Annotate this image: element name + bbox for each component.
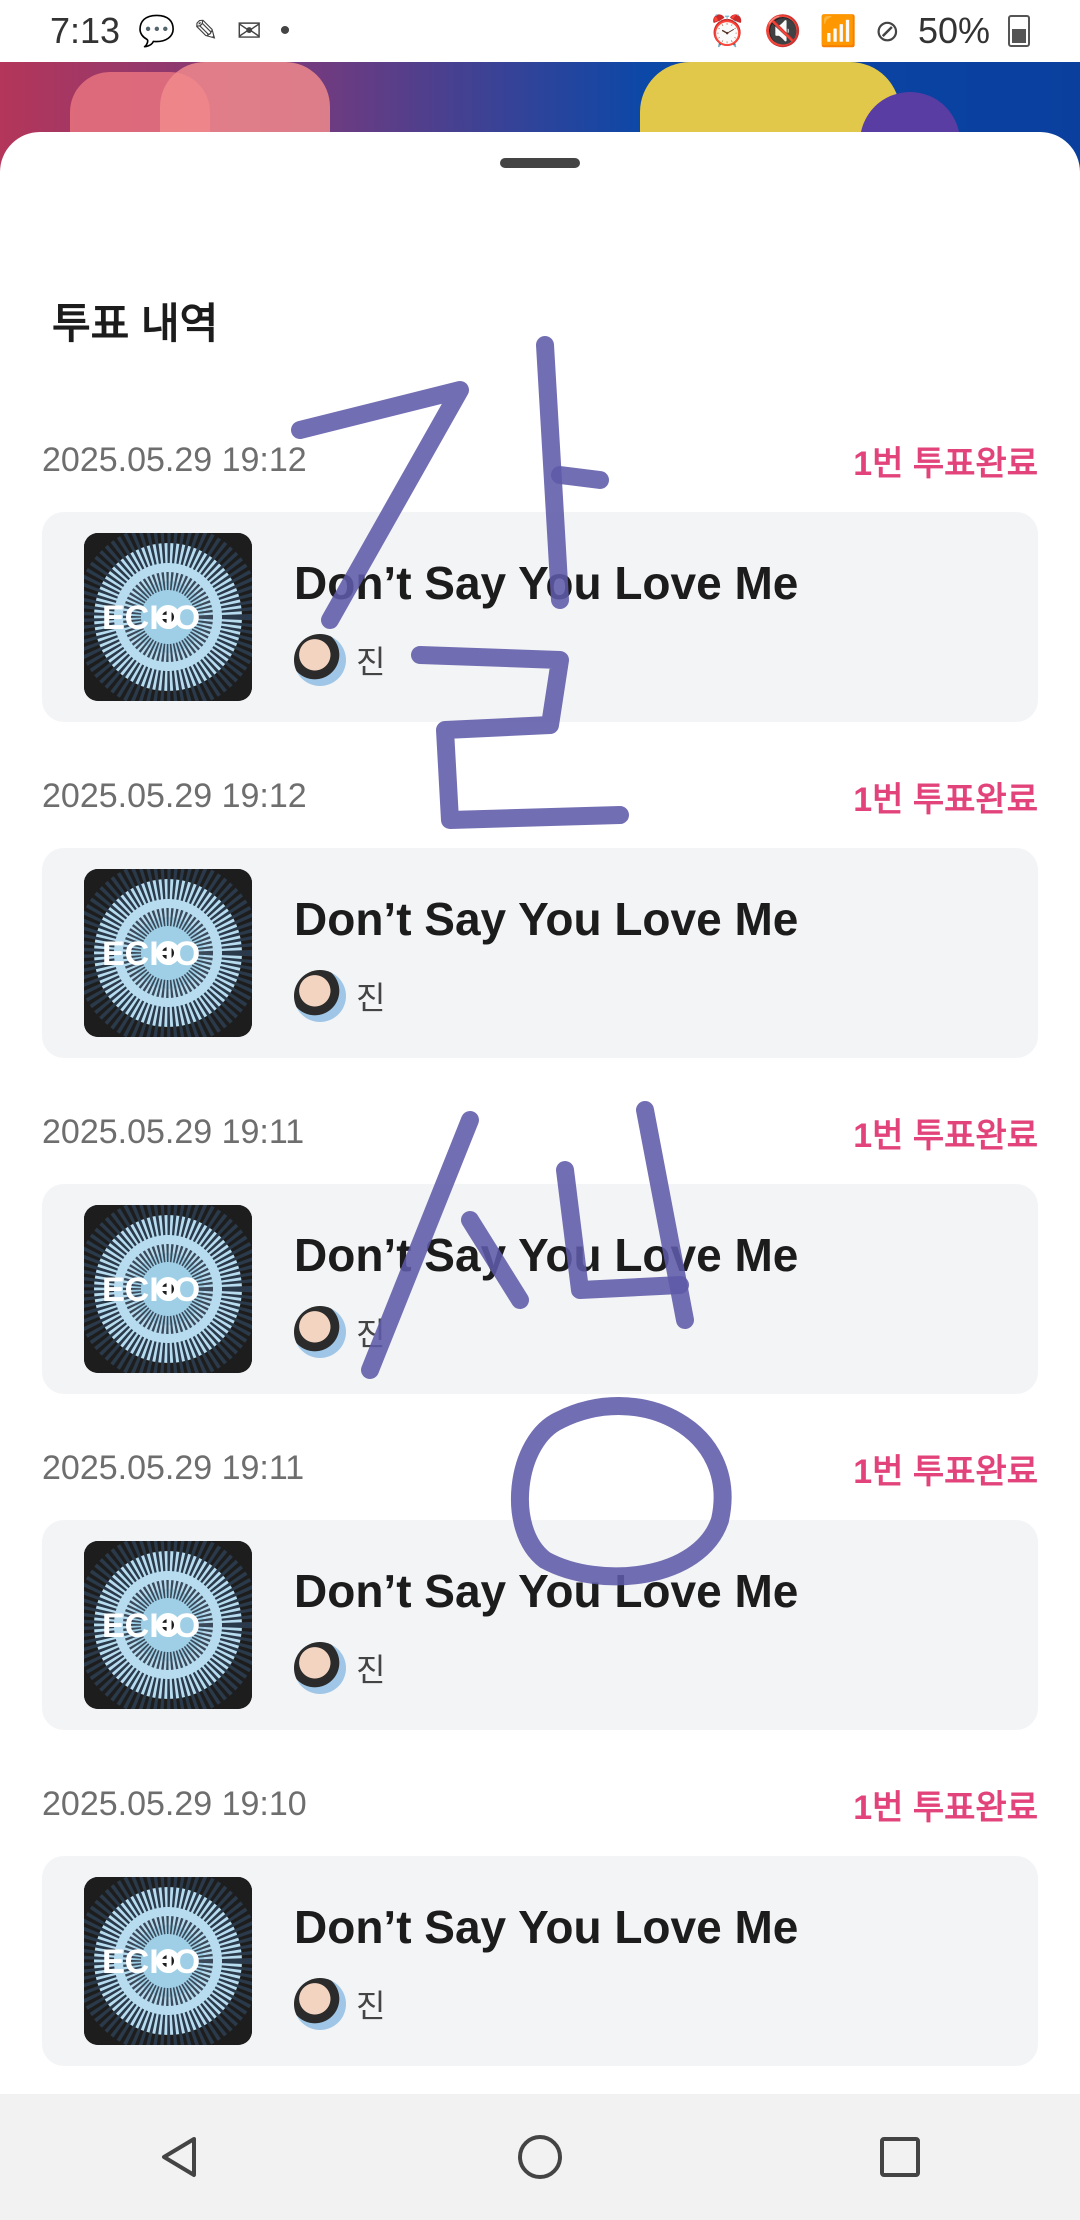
list-item: 2025.05.29 19:11 1번 투표완료 ECHO Don’t Say …: [42, 1104, 1038, 1440]
album-cover: ECHO: [84, 1205, 252, 1373]
album-cover: ECHO: [84, 1541, 252, 1709]
svg-text:ECHO: ECHO: [102, 1607, 200, 1645]
entry-header: 2025.05.29 19:12 1번 투표완료: [42, 768, 1038, 824]
svg-text:ECHO: ECHO: [102, 935, 200, 973]
profile-icon: ✎: [193, 14, 219, 48]
svg-text:ECHO: ECHO: [102, 1943, 200, 1981]
wifi-icon: 📶: [819, 14, 857, 48]
vote-date: 2025.05.29 19:10: [42, 1784, 307, 1823]
avatar: [294, 634, 346, 686]
gmail-icon: ✉: [236, 14, 262, 48]
vote-history-sheet: 투표 내역 2025.05.29 19:12 1번 투표완료 ECHO Don’…: [0, 132, 1080, 2094]
back-icon: [162, 2137, 196, 2177]
dot-icon: •: [279, 14, 291, 47]
artist-name: 진: [356, 1988, 386, 2024]
sheet-title: 투표 내역: [52, 300, 219, 347]
entry-header: 2025.05.29 19:11 1번 투표완료: [42, 1440, 1038, 1496]
avatar: [294, 1642, 346, 1694]
artist-name: 진: [356, 980, 386, 1016]
artist-name: 진: [356, 1316, 386, 1352]
vote-date: 2025.05.29 19:12: [42, 440, 307, 479]
artist-row: 진: [294, 970, 385, 1022]
vote-status: 1번 투표완료: [853, 444, 1038, 483]
avatar: [294, 1978, 346, 2030]
vote-status: 1번 투표완료: [853, 780, 1038, 819]
album-cover: ECHO: [84, 1877, 252, 2045]
artist-name: 진: [356, 1652, 386, 1688]
navigation-bar: [0, 2094, 1080, 2220]
vote-date: 2025.05.29 19:11: [42, 1112, 305, 1151]
back-button[interactable]: [120, 2097, 240, 2217]
recents-button[interactable]: [840, 2097, 960, 2217]
entry-header: 2025.05.29 19:12 1번 투표완료: [42, 432, 1038, 488]
song-card[interactable]: ECHO Don’t Say You Love Me 진: [42, 1184, 1038, 1394]
avatar: [294, 970, 346, 1022]
recents-icon: [880, 2137, 920, 2177]
artist-row: 진: [294, 634, 385, 686]
list-item: 2025.05.29 19:12 1번 투표완료 ECHO Don’t Say …: [42, 768, 1038, 1104]
artist-name: 진: [356, 644, 386, 680]
song-card[interactable]: ECHO Don’t Say You Love Me 진: [42, 848, 1038, 1058]
entry-header: 2025.05.29 19:11 1번 투표완료: [42, 1104, 1038, 1160]
list-item: 2025.05.29 19:11 1번 투표완료 ECHO Don’t Say …: [42, 1440, 1038, 1776]
song-title: Don’t Say You Love Me: [294, 893, 799, 945]
song-card[interactable]: ECHO Don’t Say You Love Me 진: [42, 1520, 1038, 1730]
battery-icon: [1008, 15, 1030, 47]
vote-status: 1번 투표완료: [853, 1116, 1038, 1155]
artist-row: 진: [294, 1306, 385, 1358]
alarm-icon: ⏰: [708, 14, 747, 48]
chat-icon: 💬: [138, 14, 176, 48]
status-bar: 7:13 💬 ✎ ✉ • ⏰ 🔇 📶 ⊘ 50%: [0, 0, 1080, 62]
artist-row: 진: [294, 1978, 385, 2030]
song-card[interactable]: ECHO Don’t Say You Love Me 진: [42, 1856, 1038, 2066]
vote-date: 2025.05.29 19:12: [42, 776, 307, 815]
home-button[interactable]: [480, 2097, 600, 2217]
no-disturb-icon: ⊘: [874, 14, 900, 48]
vote-status: 1번 투표완료: [853, 1788, 1038, 1827]
song-card[interactable]: ECHO Don’t Say You Love Me 진: [42, 512, 1038, 722]
vote-status: 1번 투표완료: [853, 1452, 1038, 1491]
list-item: 2025.05.29 19:12 1번 투표완료 ECHO Don’t Say …: [42, 432, 1038, 768]
home-icon: [518, 2135, 562, 2179]
avatar: [294, 1306, 346, 1358]
list-item: 2025.05.29 19:10 1번 투표완료 ECHO Don’t Say …: [42, 1776, 1038, 2112]
album-cover: ECHO: [84, 533, 252, 701]
song-title: Don’t Say You Love Me: [294, 1565, 799, 1617]
vote-history-list[interactable]: 2025.05.29 19:12 1번 투표완료 ECHO Don’t Say …: [42, 432, 1038, 2112]
song-title: Don’t Say You Love Me: [294, 557, 799, 609]
vote-date: 2025.05.29 19:11: [42, 1448, 305, 1487]
album-cover: ECHO: [84, 869, 252, 1037]
battery-percent: 50%: [917, 10, 990, 51]
svg-text:ECHO: ECHO: [102, 1271, 200, 1309]
drag-handle[interactable]: [500, 158, 580, 168]
status-left: 7:13 💬 ✎ ✉ •: [50, 10, 290, 52]
artist-row: 진: [294, 1642, 385, 1694]
entry-header: 2025.05.29 19:10 1번 투표완료: [42, 1776, 1038, 1832]
status-right: ⏰ 🔇 📶 ⊘ 50%: [709, 10, 1030, 52]
song-title: Don’t Say You Love Me: [294, 1229, 799, 1281]
clock: 7:13: [50, 10, 121, 51]
mute-icon: 🔇: [764, 14, 802, 48]
song-title: Don’t Say You Love Me: [294, 1901, 799, 1953]
svg-text:ECHO: ECHO: [102, 599, 200, 637]
